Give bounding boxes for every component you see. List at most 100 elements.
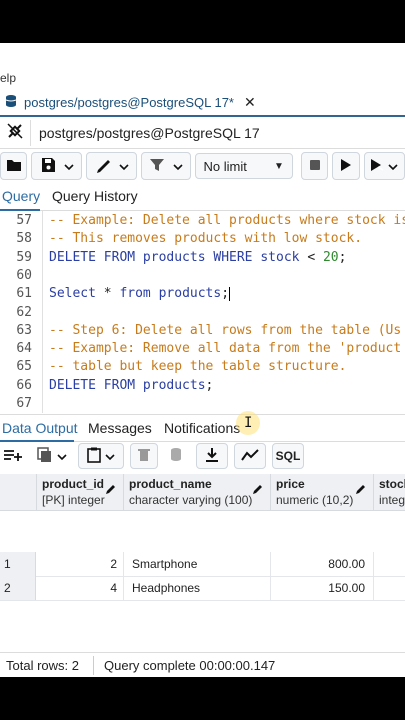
cell-stock[interactable] bbox=[374, 552, 405, 576]
row-limit-select[interactable]: No limit ▼ bbox=[194, 153, 293, 179]
play-icon bbox=[340, 158, 352, 175]
code-text: -- Step 6: Delete all rows from the tabl… bbox=[49, 322, 402, 338]
table-row[interactable]: 1 2 Smartphone 800.00 bbox=[0, 552, 405, 577]
connection-name[interactable]: postgres/postgres@PostgreSQL 17 bbox=[39, 125, 260, 141]
code-text: DELETE FROM products WHERE stock < 20; bbox=[49, 249, 347, 265]
save-button[interactable] bbox=[31, 152, 83, 180]
download-icon bbox=[205, 447, 219, 466]
code-text: -- Example: Delete all products where st… bbox=[49, 213, 405, 228]
query-tab-bar: postgres/postgres@PostgreSQL 17* ✕ bbox=[0, 89, 405, 117]
line-number: 60 bbox=[16, 267, 32, 283]
cell-product-id[interactable]: 2 bbox=[37, 552, 124, 576]
stop-button[interactable] bbox=[300, 152, 329, 180]
row-header-corner bbox=[0, 474, 37, 510]
column-type: numeric (10,2) bbox=[276, 493, 354, 507]
explain-button[interactable] bbox=[363, 152, 405, 180]
chevron-down-icon bbox=[57, 449, 67, 464]
chevron-down-icon bbox=[173, 159, 183, 174]
tab-notifications[interactable]: Notifications bbox=[164, 420, 240, 436]
text-cursor-icon: I bbox=[244, 415, 253, 431]
chevron-down-icon bbox=[388, 159, 398, 174]
cell-price[interactable]: 800.00 bbox=[271, 552, 374, 576]
editor-tabs: Query Query History bbox=[0, 184, 405, 211]
execute-button[interactable] bbox=[332, 152, 360, 180]
edit-button[interactable] bbox=[86, 152, 138, 180]
open-file-button[interactable] bbox=[0, 152, 28, 180]
code-text: -- table but keep the table structure. bbox=[49, 359, 347, 375]
sql-button[interactable]: SQL bbox=[272, 443, 304, 469]
column-header-product-name[interactable]: product_name character varying (100) bbox=[124, 474, 271, 510]
add-row-icon bbox=[3, 448, 23, 465]
column-type: character varying (100) bbox=[129, 493, 253, 507]
column-name: stock bbox=[379, 477, 405, 491]
download-button[interactable] bbox=[196, 443, 228, 469]
status-bar: Total rows: 2 Query complete 00:00:00.14… bbox=[0, 652, 405, 677]
explain-icon bbox=[370, 158, 384, 175]
cell-price[interactable]: 150.00 bbox=[271, 576, 374, 600]
query-tab[interactable]: postgres/postgres@PostgreSQL 17* ✕ bbox=[0, 89, 260, 115]
chevron-down-icon bbox=[105, 449, 115, 464]
sql-editor[interactable]: 57 -- Example: Delete all products where … bbox=[0, 211, 405, 413]
pencil-icon[interactable] bbox=[252, 483, 264, 498]
tab-messages[interactable]: Messages bbox=[88, 420, 152, 436]
code-text: -- Example: Remove all data from the 'pr… bbox=[49, 341, 402, 357]
copy-button[interactable] bbox=[32, 444, 72, 468]
tab-data-output[interactable]: Data Output bbox=[2, 420, 78, 436]
grid-header: product_id [PK] integer product_name cha… bbox=[0, 474, 405, 511]
graph-icon bbox=[241, 448, 259, 464]
column-name: product_id bbox=[42, 477, 104, 491]
line-number: 61 bbox=[16, 286, 32, 302]
database-save-icon bbox=[169, 447, 185, 466]
save-data-button[interactable] bbox=[164, 444, 190, 468]
close-icon[interactable]: ✕ bbox=[244, 94, 256, 111]
add-row-button[interactable] bbox=[0, 444, 26, 468]
divider bbox=[30, 120, 31, 146]
total-rows: Total rows: 2 bbox=[6, 658, 79, 673]
filter-button[interactable] bbox=[141, 152, 191, 180]
column-name: product_name bbox=[129, 477, 212, 491]
line-number: 65 bbox=[16, 359, 32, 375]
graph-button[interactable] bbox=[234, 443, 266, 469]
menu-bar: elp bbox=[0, 67, 405, 89]
text-caret bbox=[229, 286, 231, 301]
pencil-icon[interactable] bbox=[355, 483, 367, 498]
tab-query-history[interactable]: Query History bbox=[52, 188, 138, 204]
trash-icon bbox=[138, 448, 150, 465]
cell-product-id[interactable]: 4 bbox=[37, 576, 124, 600]
table-row[interactable]: 2 4 Headphones 150.00 bbox=[0, 576, 405, 601]
chevron-down-icon bbox=[119, 159, 129, 174]
code-text: Select * from products; bbox=[49, 286, 231, 302]
paste-button[interactable] bbox=[78, 443, 124, 469]
delete-button[interactable] bbox=[130, 443, 158, 469]
line-number: 67 bbox=[16, 396, 32, 411]
line-number: 64 bbox=[16, 341, 32, 357]
row-number[interactable]: 1 bbox=[0, 552, 36, 576]
column-header-price[interactable]: price numeric (10,2) bbox=[271, 474, 374, 510]
line-number: 58 bbox=[16, 231, 32, 247]
cell-product-name[interactable]: Headphones bbox=[124, 576, 271, 600]
tab-query[interactable]: Query bbox=[2, 188, 40, 204]
results-tabs: Data Output Messages Notifications bbox=[0, 414, 405, 442]
chevron-down-icon bbox=[64, 159, 74, 174]
column-header-product-id[interactable]: product_id [PK] integer bbox=[37, 474, 124, 510]
line-number: 57 bbox=[16, 213, 32, 228]
column-header-stock[interactable]: stock integ bbox=[374, 474, 405, 510]
plug-icon[interactable] bbox=[0, 122, 30, 145]
cell-product-name[interactable]: Smartphone bbox=[124, 552, 271, 576]
line-number: 63 bbox=[16, 322, 32, 338]
database-icon bbox=[4, 94, 18, 111]
save-icon bbox=[40, 157, 56, 176]
dropdown-arrow-icon: ▼ bbox=[273, 160, 284, 172]
line-number: 62 bbox=[16, 304, 32, 320]
pencil-icon[interactable] bbox=[105, 483, 117, 498]
connection-bar: postgres/postgres@PostgreSQL 17 bbox=[0, 118, 405, 149]
cell-stock[interactable] bbox=[374, 576, 405, 600]
stop-icon bbox=[309, 159, 321, 174]
row-number[interactable]: 2 bbox=[0, 576, 36, 600]
code-text: DELETE FROM products; bbox=[49, 377, 214, 393]
menu-help[interactable]: elp bbox=[0, 71, 16, 85]
copy-icon bbox=[37, 446, 53, 466]
row-limit-value: No limit bbox=[203, 158, 247, 174]
query-toolbar: No limit ▼ bbox=[0, 149, 405, 183]
code-text: -- This removes products with low stock. bbox=[49, 231, 363, 247]
